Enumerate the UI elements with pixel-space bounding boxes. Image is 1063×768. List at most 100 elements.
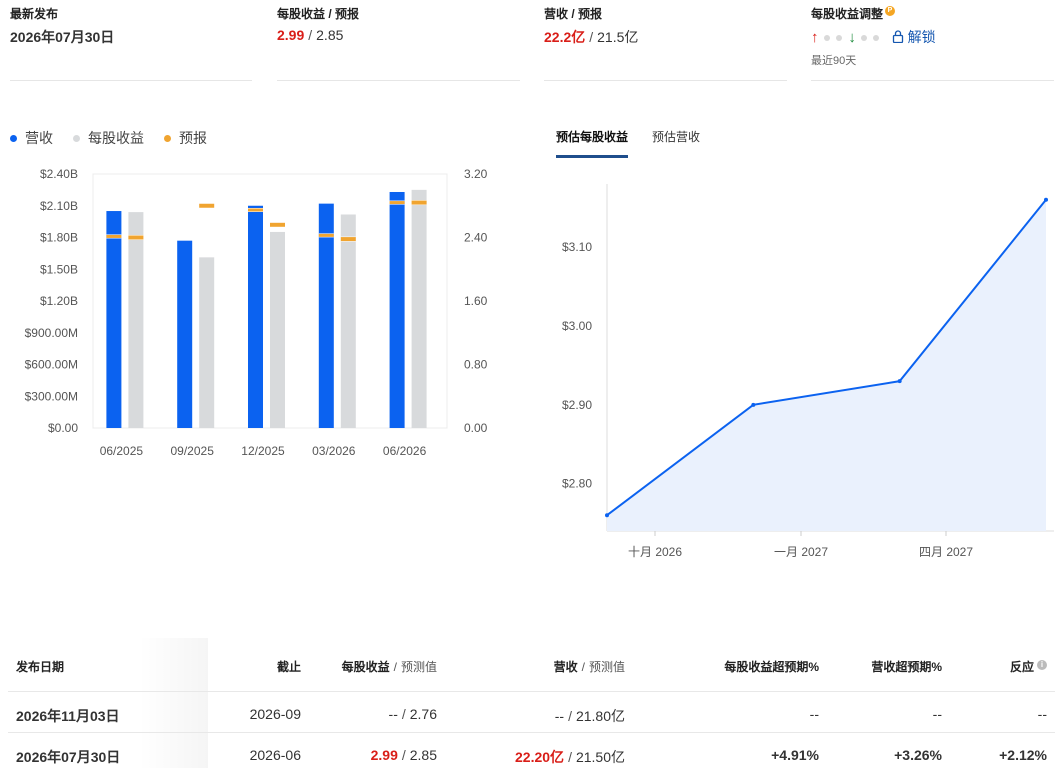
y-left-tick-label: $600.00M xyxy=(25,358,78,372)
revenue-estimate-marker xyxy=(318,233,334,237)
eps-actual: 2.99 xyxy=(277,27,305,43)
eps-revisions-title: 每股收益调整 xyxy=(811,7,884,21)
header-reaction[interactable]: 反应 i xyxy=(1010,658,1047,675)
eps-estimate-point xyxy=(605,513,609,518)
x-tick-label: 12/2025 xyxy=(241,444,285,458)
eps-estimate-point xyxy=(897,379,902,384)
row-eps-beat: +4.91% xyxy=(771,747,819,763)
header-period[interactable]: 截止 xyxy=(277,658,301,675)
chart-legend: 营收 每股收益 预报 xyxy=(10,128,207,148)
blurred-value xyxy=(823,35,830,42)
row-revenue-sep: / xyxy=(568,708,572,724)
revenue-bar xyxy=(389,191,405,428)
tab-revenue-estimate[interactable]: 预估营收 xyxy=(652,128,700,158)
y-right-tick-label: 0.80 xyxy=(464,358,488,372)
header-eps-sep: / xyxy=(393,660,397,674)
arrow-up-icon: ↑ xyxy=(811,29,819,46)
x-tick-label: 06/2025 xyxy=(100,444,144,458)
legend-item-eps[interactable]: 每股收益 xyxy=(73,128,144,148)
y-tick-label: $3.00 xyxy=(562,319,592,333)
y-tick-label: $2.80 xyxy=(562,477,592,491)
header-revenue-beat[interactable]: 营收超预期% xyxy=(871,658,942,675)
earnings-bar-chart: $0.00 $300.00M $600.00M $900.00M $1.20B $1.50… xyxy=(25,167,488,458)
revenue-actual: 22.2亿 xyxy=(544,29,586,45)
row-eps-beat: -- xyxy=(809,706,819,722)
legend-label: 每股收益 xyxy=(88,130,144,146)
y-left-tick-label: $900.00M xyxy=(25,326,78,340)
revenue-bar xyxy=(106,211,122,428)
premium-badge-icon: P xyxy=(885,6,896,16)
header-revenue[interactable]: 营收 / 预测值 xyxy=(554,658,625,675)
eps-bar xyxy=(340,214,356,428)
eps-revisions-label: 每股收益调整 P xyxy=(811,5,896,22)
row-revenue-estimate: 21.50亿 xyxy=(575,749,625,765)
eps-estimate-point xyxy=(751,402,756,407)
revenue-estimate: 21.5亿 xyxy=(597,29,639,45)
eps-label: 每股收益 / 预报 xyxy=(277,7,360,21)
row-reaction: -- xyxy=(1037,706,1047,722)
header-eps[interactable]: 每股收益 / 预测值 xyxy=(342,658,437,675)
legend-item-estimate[interactable]: 预报 xyxy=(164,128,207,148)
table-row[interactable]: 2026年11月03日 2026-09 --/2.76 --/21.80亿 --… xyxy=(8,692,1055,733)
arrow-down-icon: ↓ xyxy=(848,29,856,46)
y-right-tick-label: 0.00 xyxy=(464,421,488,435)
eps-estimate: 2.85 xyxy=(316,27,344,43)
unlock-button[interactable]: 解锁 xyxy=(892,29,936,45)
header-revenue-main: 营收 xyxy=(553,660,578,674)
table-row[interactable]: 2026年07月30日 2026-06 2.99/2.85 22.20亿/21.… xyxy=(8,733,1055,768)
x-tick-label: 四月 2027 xyxy=(919,545,973,559)
blurred-value xyxy=(872,35,879,42)
row-eps: --/2.76 xyxy=(389,706,437,722)
latest-release-date: 2026年07月30日 xyxy=(10,29,115,45)
legend-label: 预报 xyxy=(179,130,207,146)
eps-separator: / xyxy=(308,27,313,43)
row-eps: 2.99/2.85 xyxy=(371,747,437,763)
info-icon[interactable]: i xyxy=(1037,660,1047,670)
blurred-value xyxy=(860,35,867,42)
eps-estimate-marker xyxy=(270,222,285,227)
eps-estimate-marker xyxy=(199,203,215,208)
row-revenue-sep: / xyxy=(568,749,572,765)
row-revenue-beat: +3.26% xyxy=(894,747,942,763)
row-revenue-beat: -- xyxy=(932,706,942,722)
row-eps-estimate: 2.76 xyxy=(409,706,437,722)
revenue-estimate-marker xyxy=(389,201,405,205)
legend-label: 营收 xyxy=(25,130,53,146)
eps-bar xyxy=(411,189,427,428)
header-revenue-sep: / xyxy=(581,660,585,674)
tab-eps-estimate[interactable]: 预估每股收益 xyxy=(556,128,629,158)
header-eps-beat[interactable]: 每股收益超预期% xyxy=(724,658,819,675)
header-date[interactable]: 发布日期 xyxy=(16,658,64,675)
row-revenue-actual: 22.20亿 xyxy=(515,749,565,765)
revenue-bar xyxy=(248,205,263,428)
lock-icon xyxy=(892,30,903,44)
legend-dot xyxy=(164,134,171,142)
eps-bar xyxy=(128,212,144,428)
unlock-label: 解锁 xyxy=(907,29,936,45)
revenue-card: 营收 / 预报 22.2亿/21.5亿 xyxy=(544,0,787,81)
y-left-tick-label: $1.80B xyxy=(40,231,78,245)
row-revenue: 22.20亿/21.50亿 xyxy=(515,747,625,767)
x-tick-label: 一月 2027 xyxy=(774,545,828,559)
earnings-summary: 最新发布 2026年07月30日 每股收益 / 预报 2.99/2.85 营收 … xyxy=(0,0,1063,100)
latest-release-label: 最新发布 xyxy=(10,7,59,21)
eps-estimate-marker xyxy=(128,235,144,240)
x-tick-label: 十月 2026 xyxy=(628,545,682,559)
row-reaction: +2.12% xyxy=(999,747,1047,763)
row-revenue-estimate: 21.80亿 xyxy=(575,708,625,724)
y-left-tick-label: $2.40B xyxy=(40,167,78,181)
blurred-value xyxy=(835,35,842,42)
legend-item-revenue[interactable]: 营收 xyxy=(10,128,53,148)
estimate-tabs: 预估每股收益 预估营收 xyxy=(556,128,700,158)
row-date: 2026年07月30日 xyxy=(16,749,121,765)
eps-values: 2.99/2.85 xyxy=(277,27,343,43)
row-period: 2026-06 xyxy=(249,747,301,763)
x-tick-label: 09/2025 xyxy=(171,444,215,458)
revenue-bar xyxy=(177,240,193,428)
eps-card: 每股收益 / 预报 2.99/2.85 xyxy=(277,0,520,81)
y-right-tick-label: 3.20 xyxy=(464,167,488,181)
revenue-estimate-marker xyxy=(106,234,122,238)
row-eps-sep: / xyxy=(401,747,406,763)
revenue-values: 22.2亿/21.5亿 xyxy=(544,27,638,47)
row-eps-estimate: 2.85 xyxy=(409,747,437,763)
